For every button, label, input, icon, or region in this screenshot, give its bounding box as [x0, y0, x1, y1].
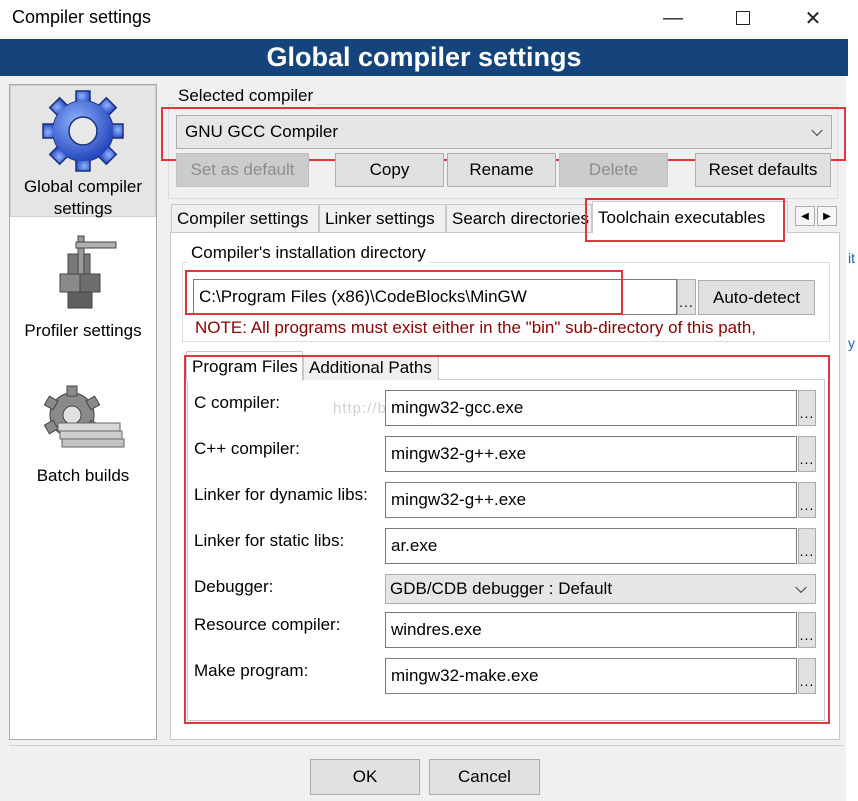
- chevron-down-icon: [795, 581, 807, 594]
- delete-button[interactable]: Delete: [559, 153, 668, 187]
- install-dir-input[interactable]: C:\Program Files (x86)\CodeBlocks\MinGW: [193, 279, 677, 315]
- chevron-down-icon: [811, 124, 823, 137]
- selected-compiler-legend: Selected compiler: [175, 86, 317, 106]
- triangle-right-icon: ▶: [823, 210, 831, 222]
- tab-linker-settings[interactable]: Linker settings: [319, 204, 446, 232]
- install-dir-browse-button[interactable]: ...: [677, 279, 696, 315]
- gear-icon: [42, 90, 124, 172]
- rename-button[interactable]: Rename: [447, 153, 556, 187]
- set-as-default-button[interactable]: Set as default: [176, 153, 309, 187]
- sidebar-item-batch-builds[interactable]: Batch builds: [10, 385, 156, 485]
- page-title: Global compiler settings: [0, 39, 848, 76]
- copy-button[interactable]: Copy: [335, 153, 444, 187]
- cancel-button[interactable]: Cancel: [429, 759, 540, 795]
- maximize-button[interactable]: [720, 0, 766, 36]
- c-compiler-browse-button[interactable]: ...: [798, 390, 816, 426]
- c-compiler-input[interactable]: mingw32-gcc.exe: [385, 390, 797, 426]
- caliper-icon: [59, 235, 117, 309]
- resource-compiler-label: Resource compiler:: [194, 615, 341, 634]
- tab-additional-paths[interactable]: Additional Paths: [303, 355, 439, 380]
- tab-search-directories[interactable]: Search directories: [446, 204, 592, 232]
- make-program-browse-button[interactable]: ...: [798, 658, 816, 694]
- sidebar-item-global-compiler[interactable]: Global compiler settings: [10, 85, 156, 218]
- compiler-select-value: GNU GCC Compiler: [185, 122, 339, 141]
- background-link-fragment: y: [848, 335, 855, 351]
- compiler-select[interactable]: GNU GCC Compiler: [176, 115, 832, 149]
- debugger-select[interactable]: GDB/CDB debugger : Default: [385, 574, 816, 604]
- close-button[interactable]: ✕: [790, 0, 836, 36]
- batch-gear-icon: [43, 385, 125, 448]
- minimize-button[interactable]: —: [650, 0, 696, 36]
- linker-dynamic-label: Linker for dynamic libs:: [194, 485, 368, 504]
- install-dir-legend: Compiler's installation directory: [188, 243, 429, 263]
- tab-scroll-left-button[interactable]: ◀: [795, 206, 815, 226]
- cpp-compiler-browse-button[interactable]: ...: [798, 436, 816, 472]
- tab-program-files[interactable]: Program Files: [186, 351, 303, 381]
- linker-static-browse-button[interactable]: ...: [798, 528, 816, 564]
- sidebar-item-label: Batch builds: [36, 466, 130, 485]
- install-note: NOTE: All programs must exist either in …: [195, 318, 757, 337]
- footer-divider: [9, 745, 844, 746]
- linker-dynamic-browse-button[interactable]: ...: [798, 482, 816, 518]
- cpp-compiler-input[interactable]: mingw32-g++.exe: [385, 436, 797, 472]
- make-program-label: Make program:: [194, 661, 309, 680]
- ok-button[interactable]: OK: [310, 759, 420, 795]
- make-program-input[interactable]: mingw32-make.exe: [385, 658, 797, 694]
- close-icon: ✕: [804, 7, 822, 30]
- auto-detect-button[interactable]: Auto-detect: [698, 280, 815, 315]
- tab-compiler-settings[interactable]: Compiler settings: [171, 204, 319, 232]
- sidebar-item-label-line2: settings: [53, 199, 113, 218]
- debugger-select-value: GDB/CDB debugger : Default: [390, 579, 613, 598]
- linker-dynamic-input[interactable]: mingw32-g++.exe: [385, 482, 797, 518]
- sidebar-item-label: Profiler settings: [24, 321, 142, 340]
- linker-static-input[interactable]: ar.exe: [385, 528, 797, 564]
- debugger-label: Debugger:: [194, 577, 274, 596]
- sidebar-item-label: Global compiler: [23, 177, 143, 196]
- maximize-icon: [736, 11, 750, 25]
- window-title: Compiler settings: [12, 7, 152, 27]
- linker-static-label: Linker for static libs:: [194, 531, 345, 550]
- minimize-icon: —: [663, 6, 683, 29]
- cpp-compiler-label: C++ compiler:: [194, 439, 300, 458]
- tab-scroll-right-button[interactable]: ▶: [817, 206, 837, 226]
- resource-compiler-input[interactable]: windres.exe: [385, 612, 797, 648]
- resource-compiler-browse-button[interactable]: ...: [798, 612, 816, 648]
- triangle-left-icon: ◀: [801, 210, 809, 222]
- reset-defaults-button[interactable]: Reset defaults: [695, 153, 831, 187]
- background-link-fragment: it: [848, 250, 855, 266]
- tab-toolchain-executables[interactable]: Toolchain executables: [592, 201, 788, 233]
- sidebar-item-profiler[interactable]: Profiler settings: [10, 232, 156, 342]
- c-compiler-label: C compiler:: [194, 393, 280, 412]
- window-edge: [846, 38, 858, 801]
